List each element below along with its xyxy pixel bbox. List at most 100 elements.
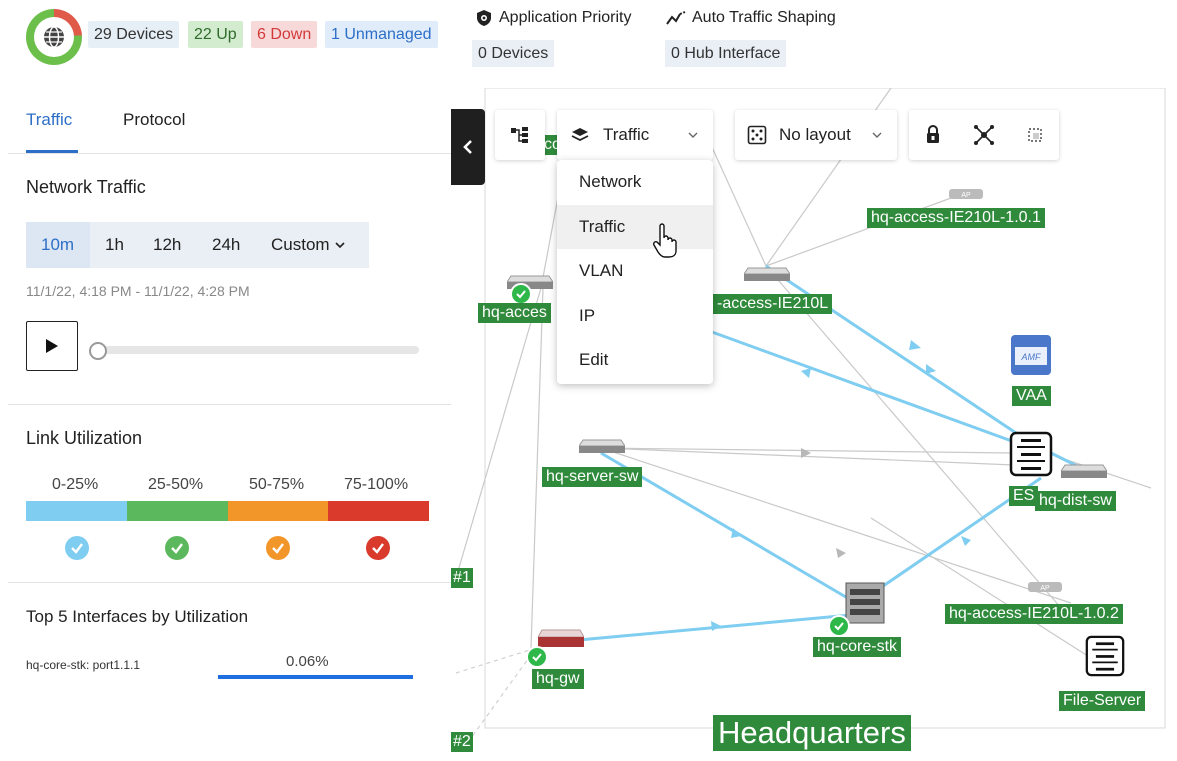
device-status-donut [26, 9, 82, 65]
layout-select[interactable]: No layout [735, 110, 897, 160]
playback-slider-track[interactable] [99, 346, 419, 354]
status-ok-icon [526, 646, 548, 668]
layers-icon [571, 128, 589, 142]
up-badge[interactable]: 22 Up [188, 21, 243, 48]
range-custom-label: Custom [271, 235, 330, 254]
checkmark-icon [266, 536, 290, 560]
playback-slider-handle[interactable] [89, 342, 107, 360]
unmanaged-badge[interactable]: 1 Unmanaged [325, 21, 438, 48]
svg-text:AP: AP [961, 192, 971, 199]
chevron-down-icon [335, 242, 345, 249]
select-area-icon[interactable] [1027, 127, 1043, 143]
range-custom[interactable]: Custom [271, 235, 346, 255]
node-label-access-102[interactable]: hq-access-IE210L-1.0.2 [945, 604, 1123, 624]
node-label-dist-sw[interactable]: hq-dist-sw [1035, 491, 1116, 511]
network-topology-icon[interactable] [972, 123, 996, 147]
menu-item-vlan[interactable]: VLAN [557, 249, 713, 293]
lock-icon[interactable] [925, 125, 941, 145]
node-label-edge-1[interactable]: #1 [451, 568, 473, 588]
node-label-access-left[interactable]: hq-acces [478, 303, 551, 323]
application-priority-value[interactable]: 0 Devices [472, 40, 555, 67]
menu-item-traffic[interactable]: Traffic [557, 205, 713, 249]
switch-icon [1061, 464, 1107, 478]
tab-protocol[interactable]: Protocol [123, 110, 185, 130]
play-icon [46, 339, 58, 353]
menu-item-edit[interactable]: Edit [557, 338, 713, 382]
hand-cursor-icon [653, 223, 677, 258]
auto-traffic-shaping-heading: Auto Traffic Shaping [666, 9, 836, 27]
chevron-left-icon [463, 140, 472, 154]
switch-icon [579, 439, 625, 453]
status-ok-icon [510, 283, 532, 305]
top5-interface-name[interactable]: hq-core-stk: port1.1.1 [26, 658, 140, 672]
top5-interfaces-title: Top 5 Interfaces by Utilization [26, 607, 249, 626]
node-label-file-server[interactable]: File-Server [1059, 691, 1146, 711]
network-map[interactable]: AP AMF AP hq-access-IE210L-1.0.1 hq-acce… [451, 88, 1177, 761]
site-label-headquarters[interactable]: Headquarters [713, 715, 911, 751]
divider [8, 582, 451, 583]
range-12h[interactable]: 12h [153, 235, 181, 255]
chevron-down-icon [872, 132, 882, 138]
hierarchy-view-button[interactable] [495, 110, 545, 160]
range-24h[interactable]: 24h [212, 235, 240, 255]
layout-label: No layout [779, 125, 851, 144]
collapse-panel-button[interactable] [451, 109, 485, 185]
node-label-core-stk[interactable]: hq-core-stk [813, 637, 902, 657]
svg-text:AP: AP [1040, 585, 1050, 592]
application-priority-label: Application Priority [499, 9, 632, 26]
view-mode-dropdown: Network Traffic VLAN IP Edit [557, 160, 713, 384]
menu-item-ip[interactable]: IP [557, 294, 713, 338]
access-point-icon: AP [949, 189, 983, 199]
menu-item-network[interactable]: Network [557, 160, 713, 204]
checkmark-icon [165, 536, 189, 560]
globe-icon [44, 26, 64, 48]
stacked-switch-icon [845, 582, 885, 624]
view-mode-select[interactable]: Traffic [557, 110, 713, 160]
access-point-icon: AP [1028, 582, 1062, 592]
devices-badge[interactable]: 29 Devices [88, 21, 180, 48]
legend-bar-25-50 [127, 501, 228, 521]
svg-text:AMF: AMF [1021, 352, 1042, 362]
top-status-bar: 29 Devices 22 Up 6 Down 1 Unmanaged Appl… [0, 0, 1177, 89]
node-label-es[interactable]: ES [1009, 486, 1039, 506]
checkmark-icon [366, 536, 390, 560]
map-tools-group [909, 110, 1059, 160]
legend-bar-0-25 [26, 501, 127, 521]
node-label-gw[interactable]: hq-gw [532, 669, 584, 689]
file-server-icon [1085, 635, 1125, 677]
gateway-router-icon [538, 629, 584, 647]
application-priority-heading: Application Priority [475, 9, 632, 27]
link-utilization-title: Link Utilization [26, 428, 143, 448]
node-label-edge-2[interactable]: #2 [451, 732, 473, 752]
auto-traffic-shaping-value[interactable]: 0 Hub Interface [665, 40, 787, 67]
left-panel: Traffic Protocol Network Traffic 10m 1h … [0, 88, 451, 761]
switch-icon [744, 267, 790, 281]
chevron-down-icon [688, 132, 698, 138]
legend-label-25-50: 25-50% [148, 476, 204, 493]
time-window-label: 11/1/22, 4:18 PM - 11/1/22, 4:28 PM [26, 283, 250, 299]
top5-utilization-bar [218, 675, 413, 679]
node-label-server-sw[interactable]: hq-server-sw [542, 467, 643, 487]
legend-bar-50-75 [228, 501, 328, 521]
status-ok-icon [828, 615, 850, 637]
node-label-access-101[interactable]: hq-access-IE210L-1.0.1 [867, 208, 1045, 228]
play-button[interactable] [26, 321, 78, 371]
divider [8, 153, 451, 154]
dice-layout-icon [747, 125, 767, 145]
divider [8, 404, 451, 405]
shield-gear-icon [477, 10, 491, 26]
tab-traffic[interactable]: Traffic [26, 110, 72, 130]
top5-interface-value: 0.06% [286, 653, 329, 670]
down-badge[interactable]: 6 Down [251, 21, 318, 48]
vaa-appliance-icon: AMF [1011, 335, 1051, 375]
legend-label-75-100: 75-100% [344, 476, 409, 493]
node-label-vaa[interactable]: VAA [1012, 386, 1051, 406]
hierarchy-icon [511, 127, 528, 143]
auto-traffic-shaping-label: Auto Traffic Shaping [692, 9, 836, 26]
range-10m[interactable]: 10m [41, 235, 74, 255]
network-traffic-title: Network Traffic [26, 177, 146, 197]
legend-bar-75-100 [328, 501, 429, 521]
node-label-access-mid[interactable]: -access-IE210L [713, 294, 833, 314]
trend-chart-icon [666, 11, 686, 25]
range-1h[interactable]: 1h [105, 235, 124, 255]
